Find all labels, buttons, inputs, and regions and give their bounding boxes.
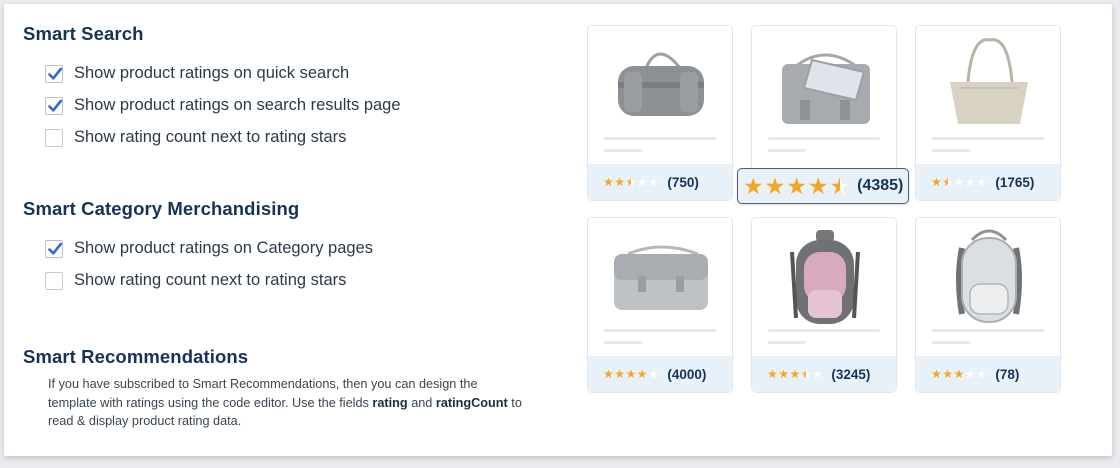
rating-stars: ★ ★ ★ ★ ★ xyxy=(743,172,852,199)
search-rating-count-checkbox[interactable]: Show rating count next to rating stars xyxy=(45,128,346,147)
messenger-bag-icon xyxy=(782,53,870,124)
rating-stars: ★ ★ ★ ★ ★ xyxy=(931,368,987,380)
rating-footer: ★★★★★ (750) xyxy=(588,164,732,200)
option-label: Show rating count next to rating stars xyxy=(74,271,347,289)
rating-count: (3245) xyxy=(831,366,871,382)
option-label: Show product ratings on Category pages xyxy=(74,239,374,257)
star-icon: ★ xyxy=(603,175,615,189)
star-icon: ★ xyxy=(636,175,649,189)
backpack-white-icon xyxy=(956,229,1022,323)
star-icon: ★ xyxy=(614,367,626,381)
option-label: Show product ratings on search results p… xyxy=(74,96,401,114)
star-icon: ★ xyxy=(626,176,637,188)
option-label: Show product ratings on quick search xyxy=(74,64,350,82)
star-icon: ★ xyxy=(931,367,943,381)
rating-footer: ★★★★★ (3245) xyxy=(752,356,896,392)
star-icon: ★ xyxy=(953,367,965,381)
star-icon: ★ xyxy=(743,172,765,199)
category-rating-count-checkbox[interactable]: Show rating count next to rating stars xyxy=(45,271,346,290)
star-icon: ★ xyxy=(976,367,988,381)
smart-search-title: Smart Search xyxy=(23,23,144,44)
star-icon: ★ xyxy=(964,175,977,189)
checkbox-icon[interactable] xyxy=(45,96,63,115)
rating-stars: ★ ★ ★ ★ ★ xyxy=(931,176,987,188)
category-merchandising-title: Smart Category Merchandising xyxy=(23,198,300,219)
rating-field-name: rating xyxy=(372,395,408,410)
product-card: ★ ★ ★ ★ ★ (78) xyxy=(915,217,1061,393)
star-icon: ★ xyxy=(778,367,790,381)
star-icon: ★ xyxy=(931,175,943,189)
recommendations-description: If you have subscribed to Smart Recommen… xyxy=(48,377,522,428)
star-icon: ★ xyxy=(786,172,808,199)
star-icon: ★ xyxy=(830,174,852,198)
rating-count: (1765) xyxy=(995,174,1035,190)
product-card: ★★★★★ (750) xyxy=(587,25,733,201)
star-icon: ★ xyxy=(625,367,637,381)
star-icon: ★ xyxy=(964,367,977,381)
search-results-ratings-checkbox[interactable]: Show product ratings on search results p… xyxy=(45,96,401,115)
duffel-bag-icon xyxy=(618,52,704,116)
checkbox-icon[interactable] xyxy=(45,271,63,290)
star-icon: ★ xyxy=(807,172,830,199)
checkbox-icon[interactable] xyxy=(45,239,63,258)
quick-search-ratings-checkbox[interactable]: Show product ratings on quick search xyxy=(45,64,349,83)
star-icon: ★ xyxy=(942,367,954,381)
smart-recommendations-title: Smart Recommendations xyxy=(23,346,249,367)
rating-footer: ★★★★★ (1765) xyxy=(916,164,1060,200)
product-card: ★ ★ ★ ★ ★ (4000) xyxy=(587,217,733,393)
star-icon: ★ xyxy=(603,367,615,381)
star-icon: ★ xyxy=(976,175,988,189)
option-label: Show rating count next to rating stars xyxy=(74,128,347,146)
star-icon: ★ xyxy=(636,367,649,381)
star-icon: ★ xyxy=(942,176,953,188)
rating-count: (4385) xyxy=(857,177,904,194)
star-icon: ★ xyxy=(764,172,787,199)
rating-stars: ★ ★ ★ ★ ★ xyxy=(603,176,659,188)
checkbox-icon[interactable] xyxy=(45,128,63,147)
star-icon: ★ xyxy=(953,175,965,189)
checkbox-icon[interactable] xyxy=(45,64,63,83)
rating-count-field-name: ratingCount xyxy=(435,395,508,410)
rating-stars: ★ ★ ★ ★ ★ xyxy=(767,368,823,380)
category-pages-ratings-checkbox[interactable]: Show product ratings on Category pages xyxy=(45,239,373,258)
rating-count: (750) xyxy=(667,174,699,190)
star-icon: ★ xyxy=(767,367,779,381)
highlighted-rating-badge: ★★★★★ (4385) xyxy=(737,168,909,204)
rating-footer: ★ ★ ★ ★ ★ (78) xyxy=(916,356,1060,392)
rating-stars: ★ ★ ★ ★ ★ xyxy=(603,368,659,380)
backpack-pink-icon xyxy=(790,230,860,324)
star-icon: ★ xyxy=(801,368,812,380)
shoulder-bag-icon xyxy=(614,245,708,310)
tote-bag-icon xyxy=(950,38,1028,124)
rating-count: (4000) xyxy=(667,366,707,382)
star-icon: ★ xyxy=(614,175,626,189)
star-icon: ★ xyxy=(789,367,801,381)
product-card: ★★★★★ (3245) xyxy=(751,217,897,393)
star-icon: ★ xyxy=(812,367,824,381)
rating-count: (78) xyxy=(995,366,1020,382)
star-icon: ★ xyxy=(648,367,660,381)
product-card: ★★★★★ (1765) xyxy=(915,25,1061,201)
star-icon: ★ xyxy=(648,175,660,189)
rating-footer: ★ ★ ★ ★ ★ (4000) xyxy=(588,356,732,392)
